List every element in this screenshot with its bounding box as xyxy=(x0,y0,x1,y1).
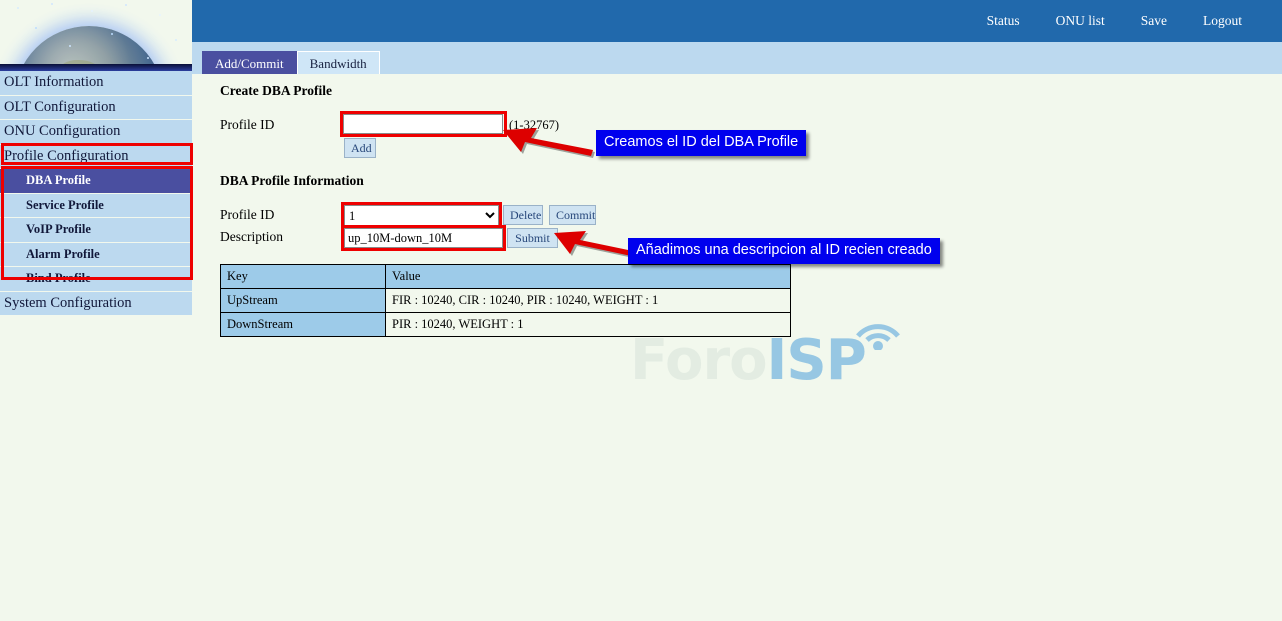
nav-save[interactable]: Save xyxy=(1123,13,1185,29)
sidebar-item-system-configuration[interactable]: System Configuration xyxy=(0,292,192,316)
nav-status[interactable]: Status xyxy=(969,13,1038,29)
table-cell-key: DownStream xyxy=(221,313,386,337)
dba-profile-table: Key Value UpStreamFIR : 10240, CIR : 102… xyxy=(220,264,791,337)
sidebar-item-olt-configuration[interactable]: OLT Configuration xyxy=(0,96,192,120)
add-button[interactable]: Add xyxy=(344,138,376,158)
commit-button[interactable]: Commit xyxy=(549,205,596,225)
banner-bottom-fade xyxy=(0,64,192,71)
table-head: Key Value xyxy=(221,265,791,289)
submit-button[interactable]: Submit xyxy=(507,228,558,248)
tab-list: Add/CommitBandwidth xyxy=(202,51,380,74)
create-section-title: Create DBA Profile xyxy=(220,83,332,99)
callout-create-id: Creamos el ID del DBA Profile xyxy=(596,130,806,156)
watermark-text-isp: ISP xyxy=(767,328,866,393)
callout-add-description: Añadimos una descripcion al ID recien cr… xyxy=(628,238,940,264)
table-cell-value: PIR : 10240, WEIGHT : 1 xyxy=(386,313,791,337)
top-header-bar: StatusONU listSaveLogout xyxy=(192,0,1282,42)
table-cell-key: UpStream xyxy=(221,289,386,313)
tab-add-commit[interactable]: Add/Commit xyxy=(202,51,297,74)
table-row: UpStreamFIR : 10240, CIR : 10240, PIR : … xyxy=(221,289,791,313)
table-header-row: Key Value xyxy=(221,265,791,289)
main-content: Add/CommitBandwidth Create DBA Profile P… xyxy=(192,42,1282,621)
description-input[interactable] xyxy=(344,228,503,248)
sidebar: OLT InformationOLT ConfigurationONU Conf… xyxy=(0,0,192,621)
sidebar-item-profile-configuration[interactable]: Profile Configuration xyxy=(0,145,192,169)
sidebar-item-bind-profile[interactable]: Bind Profile xyxy=(0,267,192,291)
delete-button[interactable]: Delete xyxy=(503,205,543,225)
sidebar-item-service-profile[interactable]: Service Profile xyxy=(0,194,192,218)
fiber-sparks-overlay xyxy=(0,0,192,71)
table-header-value: Value xyxy=(386,265,791,289)
sidebar-item-dba-profile[interactable]: DBA Profile xyxy=(0,169,192,193)
watermark-text-foro: Foro xyxy=(630,328,767,393)
table-row: DownStreamPIR : 10240, WEIGHT : 1 xyxy=(221,313,791,337)
tab-strip: Add/CommitBandwidth xyxy=(192,42,1282,74)
nav-onu-list[interactable]: ONU list xyxy=(1038,13,1123,29)
tab-bandwidth[interactable]: Bandwidth xyxy=(297,51,380,74)
sidebar-item-alarm-profile[interactable]: Alarm Profile xyxy=(0,243,192,267)
wifi-tower-icon xyxy=(848,310,908,350)
table-cell-value: FIR : 10240, CIR : 10240, PIR : 10240, W… xyxy=(386,289,791,313)
table-header-key: Key xyxy=(221,265,386,289)
nav-logout[interactable]: Logout xyxy=(1185,13,1260,29)
sidebar-item-voip-profile[interactable]: VoIP Profile xyxy=(0,218,192,242)
create-profile-id-label: Profile ID xyxy=(220,117,274,133)
sidebar-item-onu-configuration[interactable]: ONU Configuration xyxy=(0,120,192,144)
create-profile-id-input[interactable] xyxy=(343,114,503,134)
description-label: Description xyxy=(220,229,283,245)
profile-id-range-hint: (1-32767) xyxy=(509,118,559,133)
brand-banner-image xyxy=(0,0,192,71)
profile-id-select[interactable]: 1 xyxy=(344,205,499,226)
table-body: UpStreamFIR : 10240, CIR : 10240, PIR : … xyxy=(221,289,791,337)
info-profile-id-label: Profile ID xyxy=(220,207,274,223)
sidebar-item-olt-information[interactable]: OLT Information xyxy=(0,71,192,95)
top-navigation: StatusONU listSaveLogout xyxy=(969,0,1260,42)
info-section-title: DBA Profile Information xyxy=(220,173,364,189)
sidebar-menu: OLT InformationOLT ConfigurationONU Conf… xyxy=(0,71,192,315)
